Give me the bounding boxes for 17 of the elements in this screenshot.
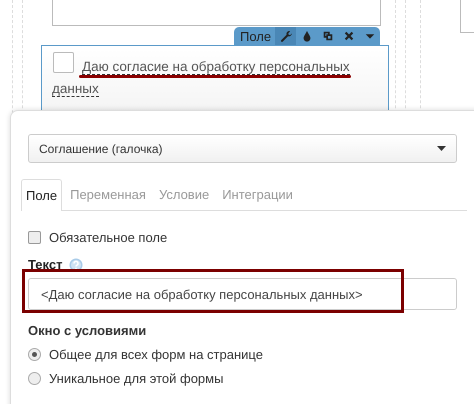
required-label: Обязательное поле (49, 230, 168, 245)
field-block[interactable]: Даю согласие на обработку персональных данных (41, 45, 389, 110)
text-input[interactable]: <Даю согласие на обработку персональных данных> (28, 278, 457, 310)
text-label: Текст (28, 257, 62, 272)
required-checkbox[interactable] (28, 231, 41, 244)
consent-checkbox[interactable] (53, 52, 74, 73)
radio-label: Общее для всех форм на странице (49, 347, 263, 362)
caret-icon (437, 146, 446, 151)
type-select[interactable]: Соглашение (галочка) (28, 134, 457, 163)
radio-button[interactable] (28, 372, 41, 385)
terms-heading: Окно с условиями (28, 323, 148, 338)
help-icon[interactable] (69, 258, 84, 272)
radio-button[interactable] (28, 348, 41, 361)
wrench-icon[interactable] (275, 27, 296, 45)
radio-label: Уникальное для этой формы (49, 371, 224, 386)
settings-tab[interactable]: Поле (21, 179, 62, 211)
toolbar-label: Поле (240, 28, 272, 44)
